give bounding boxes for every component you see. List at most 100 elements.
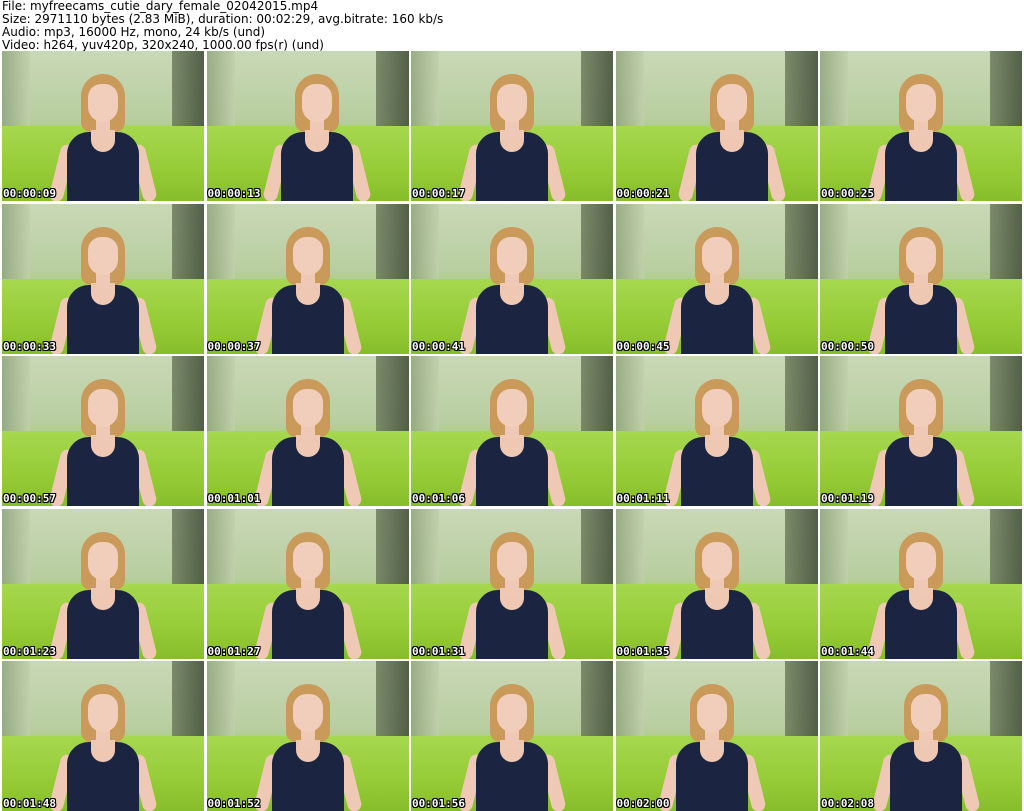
background-wall — [411, 661, 440, 748]
background-wall — [411, 508, 440, 596]
person-face — [906, 84, 936, 122]
frame-timestamp: 00:01:44 — [821, 644, 874, 658]
frame-timestamp: 00:00:33 — [3, 339, 56, 353]
background-wall — [206, 51, 235, 138]
background-wall — [820, 203, 849, 291]
video-frame-thumbnail: 00:01:56 — [411, 661, 613, 811]
background-wall — [615, 51, 644, 138]
person-figure — [252, 219, 363, 354]
video-frame-thumbnail: 00:01:27 — [206, 508, 409, 659]
person-face — [292, 389, 323, 427]
video-frame-thumbnail: 00:01:19 — [820, 356, 1022, 506]
person-figure — [661, 219, 772, 354]
video-frame-thumbnail: 00:00:37 — [206, 203, 409, 354]
background-wall — [411, 203, 440, 291]
person-figure — [252, 524, 363, 659]
person-figure — [866, 371, 976, 506]
frame-timestamp: 00:02:08 — [821, 797, 874, 810]
person-figure — [656, 676, 767, 811]
background-wall — [206, 356, 235, 443]
audio-info-line: Audio: mp3, 16000 Hz, mono, 24 kb/s (und… — [2, 26, 266, 39]
frame-timestamp: 00:00:13 — [207, 187, 261, 200]
video-frame-thumbnail: 00:02:00 — [615, 661, 818, 811]
person-figure — [457, 676, 567, 811]
person-face — [716, 84, 747, 122]
video-frame-thumbnail: 00:01:52 — [206, 661, 409, 811]
person-face — [497, 389, 527, 427]
person-figure — [48, 676, 158, 811]
frame-timestamp: 00:00:57 — [3, 492, 56, 505]
frame-timestamp: 00:01:27 — [207, 644, 261, 658]
frame-timestamp: 00:01:35 — [616, 644, 670, 658]
person-face — [88, 236, 118, 275]
frame-timestamp: 00:01:31 — [412, 644, 465, 658]
video-frame-thumbnail: 00:00:25 — [820, 51, 1022, 201]
video-frame-thumbnail: 00:00:57 — [2, 356, 204, 506]
person-figure — [661, 371, 772, 506]
video-frame-thumbnail: 00:00:45 — [615, 203, 818, 354]
background-wall — [206, 661, 235, 748]
file-info-header: File: myfreecams_cutie_dary_female_02042… — [2, 0, 1022, 52]
background-wall — [820, 356, 849, 443]
video-frame-thumbnail: 00:01:31 — [411, 508, 613, 659]
thumbnail-grid: 00:00:09 00:00:13 00:00:17 00:00:21 00:00:25… — [2, 51, 1023, 811]
person-figure — [676, 66, 787, 201]
frame-timestamp: 00:01:06 — [412, 492, 465, 505]
person-figure — [457, 219, 567, 354]
person-face — [911, 694, 941, 732]
video-frame-thumbnail: 00:01:11 — [615, 356, 818, 506]
frame-timestamp: 00:01:23 — [3, 644, 56, 658]
person-face — [701, 389, 732, 427]
background-wall — [411, 356, 440, 443]
background-wall — [2, 661, 31, 748]
background-wall — [615, 203, 644, 291]
person-figure — [457, 524, 567, 659]
frame-timestamp: 00:01:01 — [207, 492, 261, 505]
person-figure — [48, 371, 158, 506]
video-frame-thumbnail: 00:00:41 — [411, 203, 613, 354]
video-frame-thumbnail: 00:01:06 — [411, 356, 613, 506]
video-frame-thumbnail: 00:00:21 — [615, 51, 818, 201]
frame-timestamp: 00:00:09 — [3, 187, 56, 200]
file-size-line: Size: 2971110 bytes (2.83 MiB), duration… — [2, 13, 444, 26]
video-frame-thumbnail: 00:02:08 — [820, 661, 1022, 811]
person-face — [906, 541, 936, 580]
frame-timestamp: 00:01:48 — [3, 797, 56, 810]
background-wall — [820, 51, 849, 138]
frame-timestamp: 00:00:17 — [412, 187, 465, 200]
person-face — [292, 236, 323, 275]
frame-timestamp: 00:01:19 — [821, 492, 874, 505]
person-figure — [48, 66, 158, 201]
background-wall — [820, 508, 849, 596]
background-wall — [2, 356, 31, 443]
person-face — [301, 84, 332, 122]
video-frame-thumbnail: 00:00:17 — [411, 51, 613, 201]
person-face — [497, 236, 527, 275]
person-figure — [866, 66, 976, 201]
background-wall — [2, 508, 31, 596]
person-face — [696, 694, 727, 732]
person-face — [88, 541, 118, 580]
video-frame-thumbnail: 00:00:09 — [2, 51, 204, 201]
frame-timestamp: 00:02:00 — [616, 797, 670, 810]
person-figure — [871, 676, 981, 811]
person-figure — [866, 219, 976, 354]
person-face — [701, 236, 732, 275]
person-figure — [252, 676, 363, 811]
frame-timestamp: 00:00:37 — [207, 339, 261, 353]
background-wall — [206, 203, 235, 291]
frame-timestamp: 00:00:25 — [821, 187, 874, 200]
frame-timestamp: 00:01:56 — [412, 797, 465, 810]
person-figure — [457, 66, 567, 201]
person-face — [292, 541, 323, 580]
frame-timestamp: 00:00:21 — [616, 187, 670, 200]
person-figure — [261, 66, 372, 201]
video-frame-thumbnail: 00:01:23 — [2, 508, 204, 659]
background-wall — [2, 51, 31, 138]
person-face — [88, 84, 118, 122]
frame-timestamp: 00:01:11 — [616, 492, 670, 505]
background-wall — [206, 508, 235, 596]
person-figure — [48, 219, 158, 354]
video-frame-thumbnail: 00:00:13 — [206, 51, 409, 201]
person-face — [701, 541, 732, 580]
